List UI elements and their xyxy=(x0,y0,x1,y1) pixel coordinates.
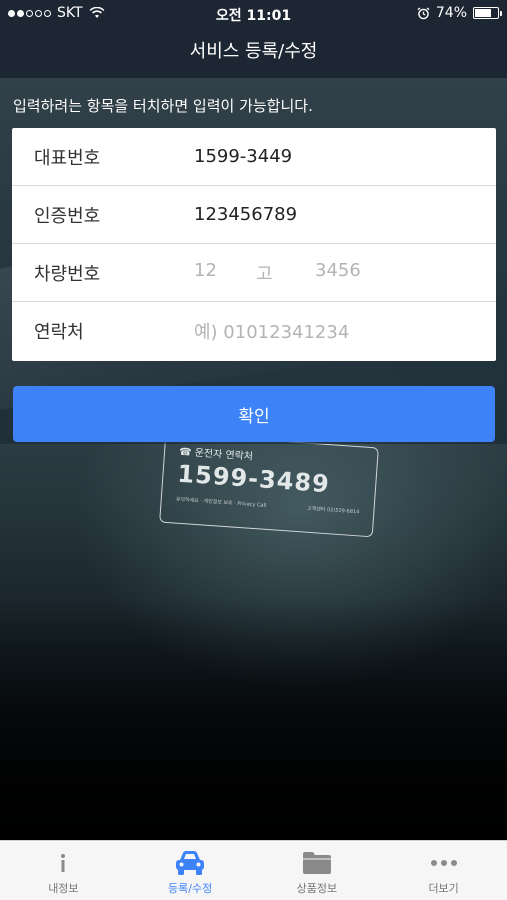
car-icon xyxy=(176,851,205,875)
tab-register-edit[interactable]: 등록/수정 xyxy=(127,841,254,900)
bottom-tab-bar: 내정보 등록/수정 상품정보 더보기 xyxy=(0,840,507,900)
info-icon xyxy=(61,854,66,872)
service-form: 대표번호 1599-3449 인증번호 123456789 차량번호 12 고 … xyxy=(12,128,496,361)
tab-my-info[interactable]: 내정보 xyxy=(0,841,127,900)
navigation-bar: 서비스 등록/수정 xyxy=(0,28,507,78)
form-row-auth-number[interactable]: 인증번호 123456789 xyxy=(12,186,496,244)
input-hint-text: 입력하려는 항목을 터치하면 입력이 가능합니다. xyxy=(13,97,313,115)
confirm-button[interactable]: 확인 xyxy=(13,386,495,442)
tab-register-edit-label: 등록/수정 xyxy=(168,882,213,895)
contact-field[interactable]: 예) 01012341234 xyxy=(194,318,349,344)
page-title: 서비스 등록/수정 xyxy=(189,41,318,62)
battery-percent: 74% xyxy=(435,5,467,21)
battery-icon xyxy=(473,7,502,19)
sticker-fine-print: 유의하세요 · 개인정보 보호 · Privacy Call 고객센터 02)5… xyxy=(175,496,360,516)
dashboard-shadow xyxy=(0,598,507,840)
tab-my-info-label: 내정보 xyxy=(48,882,79,895)
vehicle-number-label: 차량번호 xyxy=(34,263,101,285)
folder-icon xyxy=(302,852,331,874)
more-icon xyxy=(430,860,457,866)
plate-region-field[interactable]: 12 xyxy=(194,260,256,286)
tab-more[interactable]: 더보기 xyxy=(380,841,507,900)
contact-card-sticker: ☎ 운전자 연락처 1599-3489 유의하세요 · 개인정보 보호 · Pr… xyxy=(159,432,379,538)
tab-product-info[interactable]: 상품정보 xyxy=(254,841,381,900)
auth-number-label: 인증번호 xyxy=(34,205,101,227)
alarm-icon xyxy=(417,6,430,19)
form-row-main-number[interactable]: 대표번호 1599-3449 xyxy=(12,128,496,186)
plate-serial-field[interactable]: 3456 xyxy=(315,260,361,286)
form-row-vehicle-number[interactable]: 차량번호 12 고 3456 xyxy=(12,244,496,302)
main-number-field[interactable]: 1599-3449 xyxy=(194,146,292,167)
status-bar: SKT 오전 11:01 74% xyxy=(0,0,507,28)
main-number-label: 대표번호 xyxy=(34,147,101,169)
form-row-contact[interactable]: 연락처 예) 01012341234 xyxy=(12,302,496,360)
tab-product-info-label: 상품정보 xyxy=(296,882,338,895)
vehicle-number-field[interactable]: 12 고 3456 xyxy=(194,260,361,286)
tab-more-label: 더보기 xyxy=(428,882,459,895)
plate-type-field[interactable]: 고 xyxy=(256,260,315,286)
auth-number-field[interactable]: 123456789 xyxy=(194,204,297,225)
contact-label: 연락처 xyxy=(34,322,84,343)
